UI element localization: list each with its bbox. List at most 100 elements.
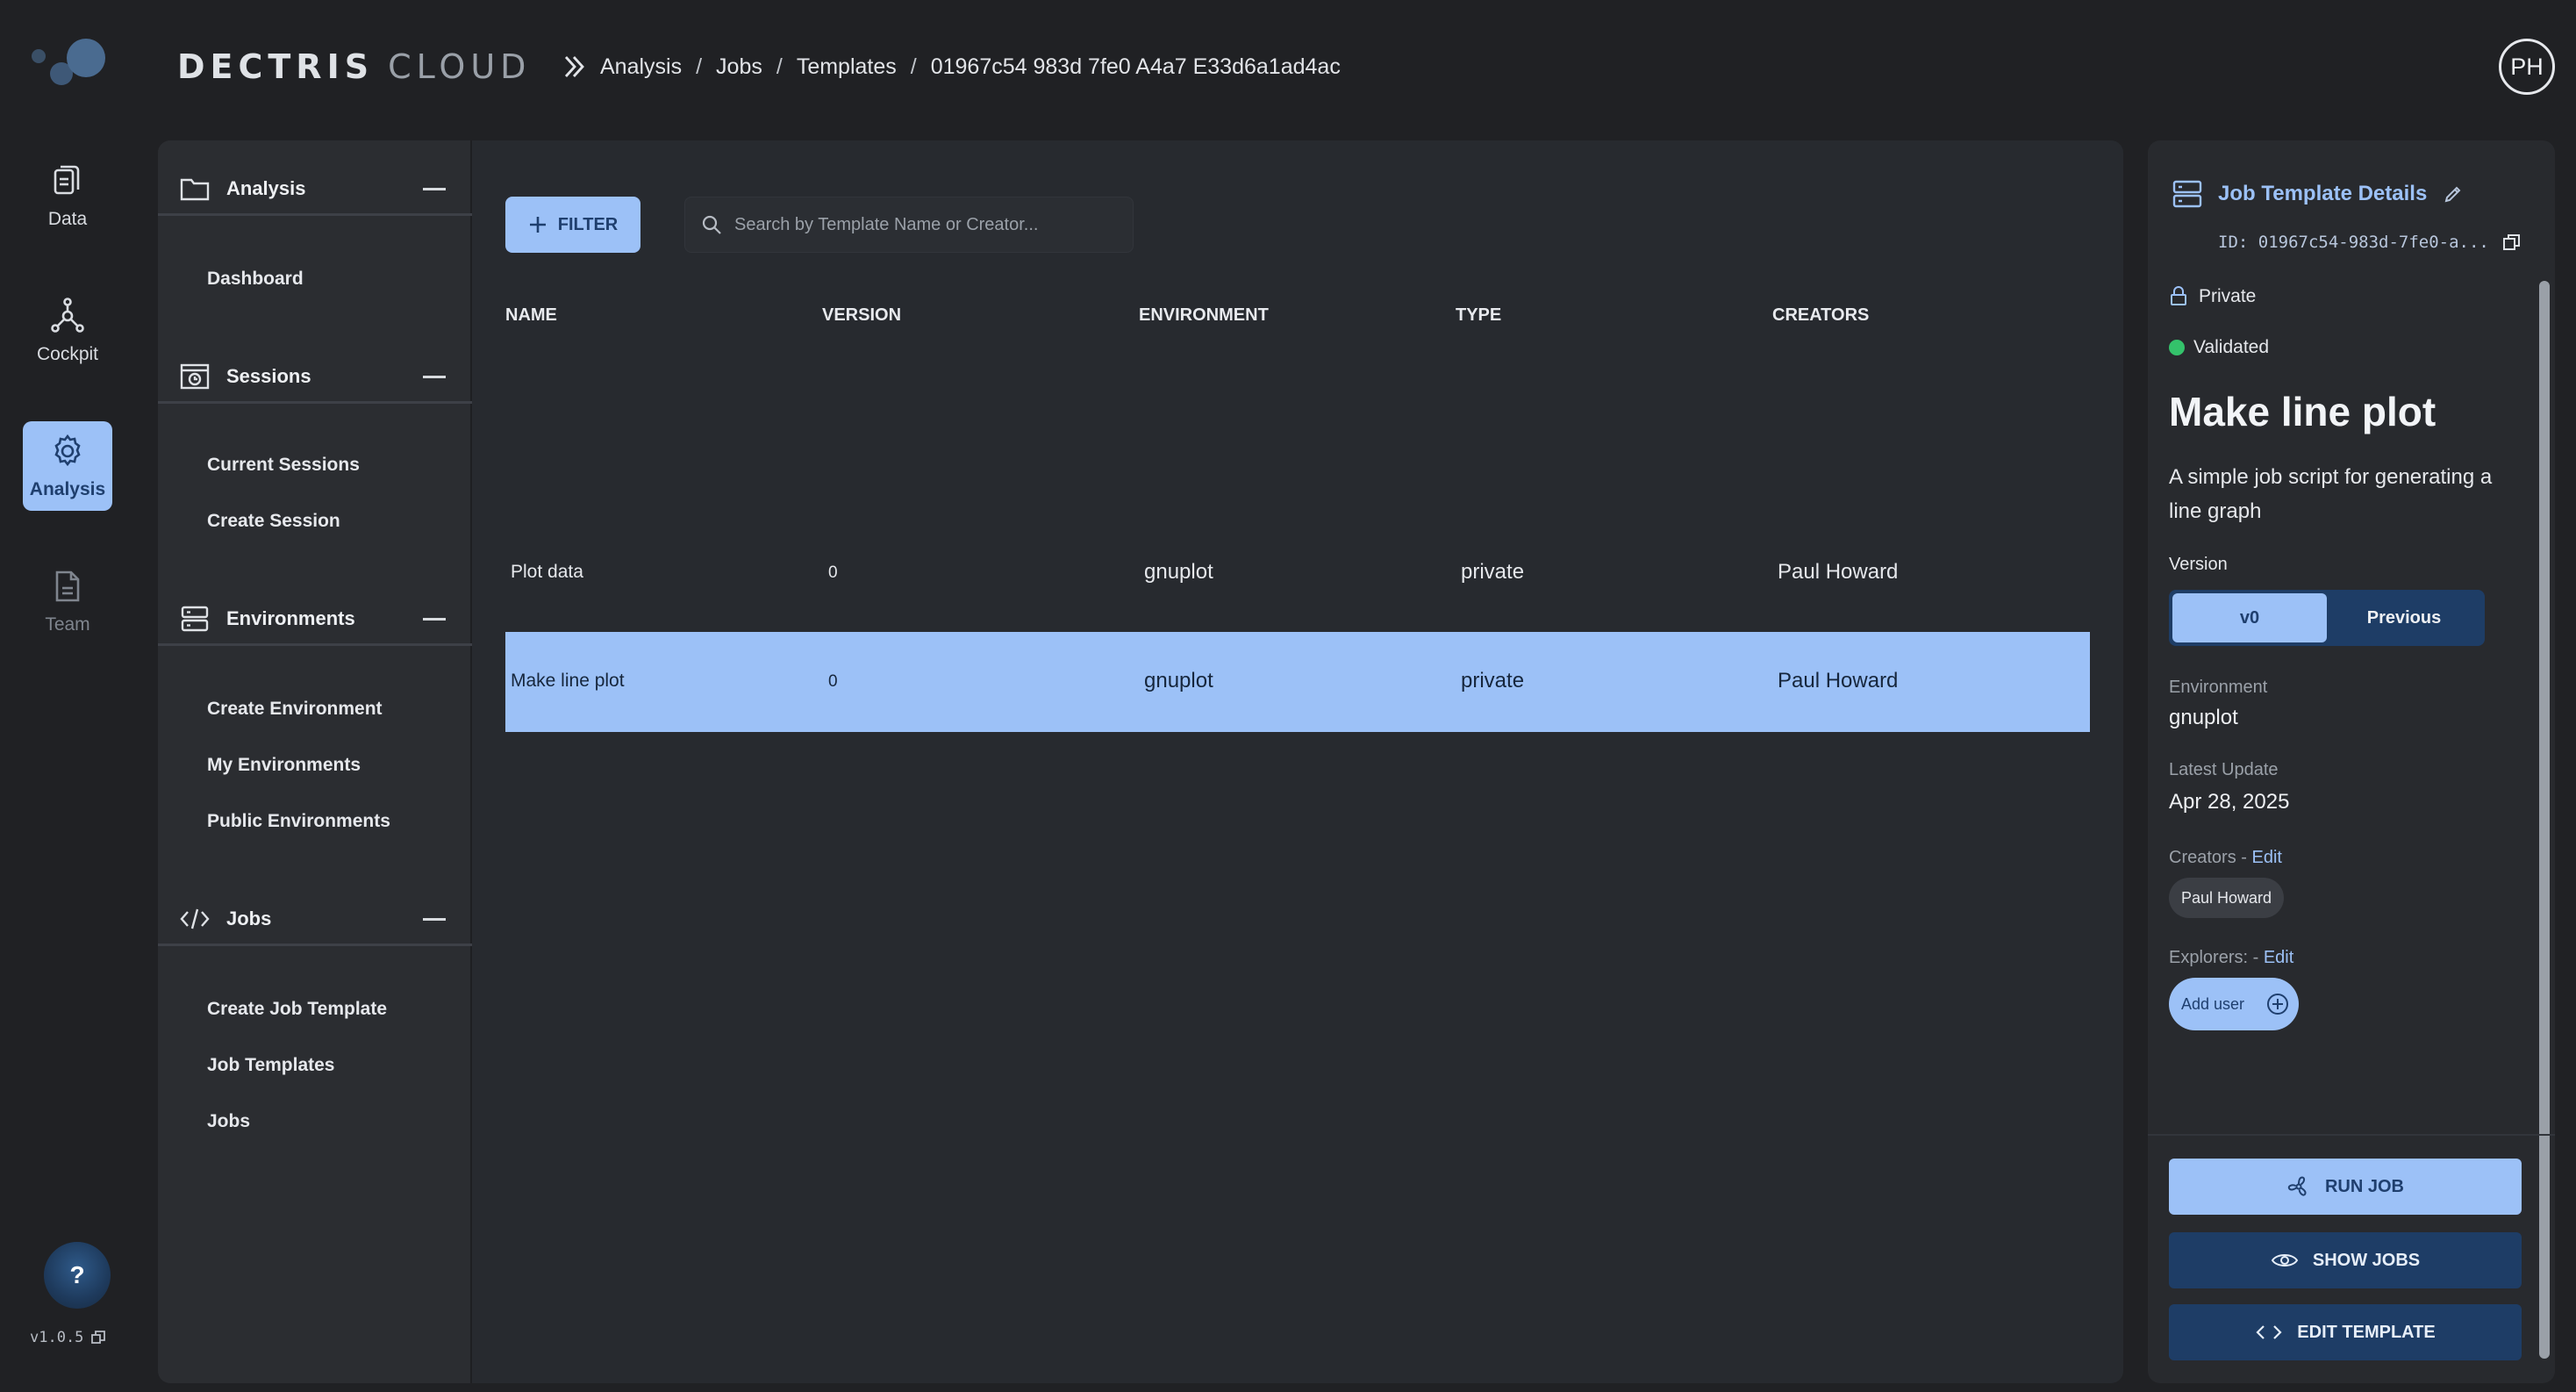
creator-chip: Paul Howard [2169,878,2285,918]
add-user-button[interactable]: Add user [2169,978,2299,1030]
lock-icon [2171,286,2186,305]
rail-item-label: Team [45,614,90,635]
status-dot-icon [2169,340,2185,355]
version-option-previous[interactable]: Previous [2327,593,2481,642]
breadcrumb-separator: / [696,54,703,79]
gear-icon [54,434,81,467]
column-header-environment[interactable]: ENVIRONMENT [1139,305,1269,326]
breadcrumb-item-template-id: 01967c54 983d 7fe0 A4a7 E33d6a1ad4ac [930,54,1341,79]
subnav-section-jobs[interactable]: Jobs [158,893,472,946]
cell-type: private [1461,669,1525,692]
code-icon [180,908,210,929]
subnav-link-current-sessions[interactable]: Current Sessions [207,455,360,476]
brand-logo[interactable]: DECTRIS CLOUD [177,47,532,86]
run-job-label: RUN JOB [2324,1176,2404,1196]
edit-explorers-link[interactable]: Edit [2264,948,2293,967]
subnav-section-environments[interactable]: Environments [158,593,472,646]
subnav-link-create-environment[interactable]: Create Environment [207,699,383,720]
code-icon [2256,1325,2282,1339]
cell-version: 0 [828,672,838,691]
template-name: Make line plot [2169,389,2436,434]
rail-item-label: Analysis [29,479,106,499]
filter-button-label: FILTER [557,214,619,234]
subnav-section-sessions[interactable]: Sessions [158,351,472,404]
details-title: Job Template Details [2218,182,2428,205]
version-option-v0[interactable]: v0 [2172,593,2327,642]
template-id-text: ID: 01967c54-983d-7fe0-a... [2218,233,2489,252]
rail-item-team[interactable]: Team [23,556,112,646]
collapse-icon[interactable] [423,618,446,621]
data-icon [54,165,80,195]
brand-secondary: CLOUD [388,47,532,86]
creators-label-row: Creators - Edit [2169,848,2282,868]
subnav-link-my-environments[interactable]: My Environments [207,755,361,776]
subnav-link-jobs[interactable]: Jobs [207,1111,250,1132]
show-jobs-button[interactable]: SHOW JOBS [2169,1232,2522,1288]
table-header: NAME VERSION ENVIRONMENT TYPE CREATORS [505,298,2090,334]
subnav-link-public-environments[interactable]: Public Environments [207,811,390,832]
template-description: A simple job script for generating a lin… [2169,465,2493,523]
rail-item-cockpit[interactable]: Cockpit [23,286,112,376]
subnav-link-job-templates[interactable]: Job Templates [207,1055,334,1076]
details-header: Job Template Details [2172,179,2464,209]
cell-environment: gnuplot [1144,560,1213,584]
breadcrumb-item-jobs[interactable]: Jobs [716,54,762,80]
app-logo-icon[interactable] [26,32,111,93]
plus-icon [529,217,546,233]
environment-value: gnuplot [2169,706,2238,729]
details-scrollbar[interactable] [2539,281,2550,1359]
explorers-label-row: Explorers: - Edit [2169,948,2293,968]
double-chevron-right-icon [564,56,584,77]
pencil-icon[interactable] [2443,183,2464,204]
search-input[interactable] [734,214,1120,235]
search-icon [702,215,721,234]
filter-button[interactable]: FILTER [505,197,640,253]
fan-icon [2287,1176,2307,1196]
copy-icon [91,1331,106,1344]
table-row[interactable]: Plot data 0 gnuplot private Paul Howard [505,523,2090,623]
collapse-icon[interactable] [423,918,446,921]
visibility-indicator: Private [2169,286,2256,307]
version-toggle: v0 Previous [2169,590,2485,646]
edit-template-button[interactable]: EDIT TEMPLATE [2169,1304,2522,1360]
column-header-name[interactable]: NAME [505,305,557,326]
version-text: v1.0.5 [30,1329,84,1346]
subnav-section-title: Environments [226,606,355,629]
folder-icon [180,178,210,200]
subnav-section-title: Jobs [226,907,272,929]
breadcrumb-item-templates[interactable]: Templates [797,54,897,80]
rail-item-analysis[interactable]: Analysis [23,421,112,511]
label-separator: - [2236,848,2252,867]
column-header-type[interactable]: TYPE [1456,305,1501,326]
show-jobs-label: SHOW JOBS [2312,1250,2421,1270]
cell-name: Make line plot [511,671,625,691]
rail-item-data[interactable]: Data [23,151,112,240]
edit-creators-link[interactable]: Edit [2251,848,2281,867]
subnav-section-analysis[interactable]: Analysis [158,163,472,216]
breadcrumb-item-analysis[interactable]: Analysis [600,54,682,80]
add-user-label: Add user [2181,994,2245,1013]
breadcrumb: Analysis / Jobs / Templates / 01967c54 9… [562,49,1341,84]
help-button[interactable]: ? [44,1242,111,1309]
templates-content: FILTER NAME VERSION ENVIRONMENT TYPE CRE… [472,140,2123,1383]
copy-icon[interactable] [2501,232,2522,253]
latest-update-label: Latest Update [2169,760,2279,779]
column-header-creators[interactable]: CREATORS [1772,305,1869,326]
table-row-selected[interactable]: Make line plot 0 gnuplot private Paul Ho… [505,632,2090,732]
collapse-icon[interactable] [423,376,446,378]
avatar[interactable]: PH [2499,39,2555,95]
app-version[interactable]: v1.0.5 [30,1329,106,1346]
rail-item-label: Data [47,209,88,229]
status-text: Validated [2193,337,2270,357]
subnav-link-create-session[interactable]: Create Session [207,511,340,532]
main-panel: Analysis Dashboard Sessions Current Sess… [158,140,2123,1383]
version-label: Version [2169,555,2228,574]
cockpit-icon [51,298,84,333]
column-header-version[interactable]: VERSION [822,305,901,326]
cell-type: private [1461,560,1525,584]
subnav-link-dashboard[interactable]: Dashboard [207,269,304,290]
collapse-icon[interactable] [423,188,446,190]
search-box[interactable] [684,197,1134,253]
run-job-button[interactable]: RUN JOB [2169,1159,2522,1215]
subnav-link-create-job-template[interactable]: Create Job Template [207,999,387,1020]
